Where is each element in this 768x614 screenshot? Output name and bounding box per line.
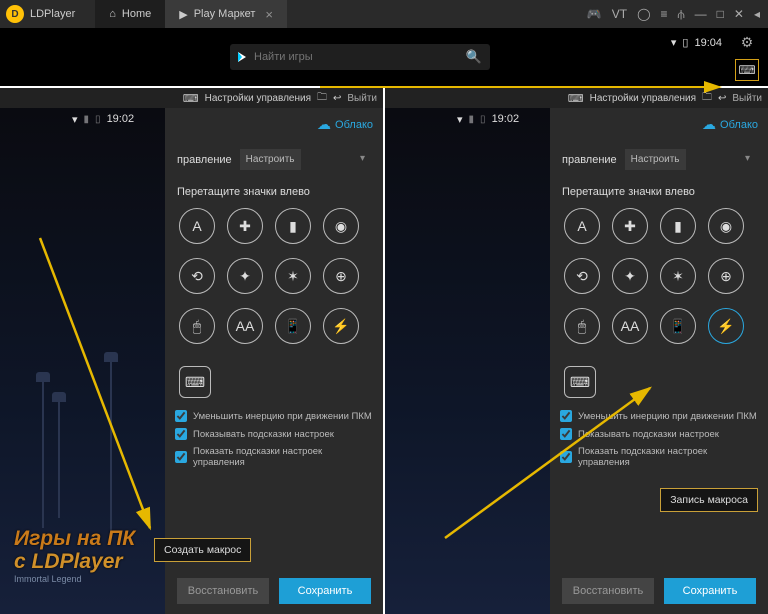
- bolt-icon[interactable]: ⚡: [708, 308, 744, 344]
- battery-mini-icon: ▯: [95, 114, 101, 125]
- phone-time: 19:02: [107, 113, 135, 125]
- aa-icon[interactable]: AA: [227, 308, 263, 344]
- crossed-icon[interactable]: ✶: [660, 258, 696, 294]
- control-select[interactable]: Настроить: [240, 149, 301, 170]
- check-control-hints[interactable]: Показать подсказки настроек управления: [560, 446, 758, 468]
- aa-icon[interactable]: AA: [612, 308, 648, 344]
- tab-home[interactable]: ⌂ Home: [95, 0, 165, 28]
- save-button[interactable]: Сохранить: [664, 578, 756, 604]
- dpad-icon[interactable]: ✚: [227, 208, 263, 244]
- key-a-icon[interactable]: A: [564, 208, 600, 244]
- vt-icon[interactable]: VT: [612, 7, 627, 22]
- keymap-drawer: ☁ Облако правление Настроить Перетащите …: [550, 108, 768, 614]
- spark-icon[interactable]: ✦: [612, 258, 648, 294]
- panel-title: Настройки управления: [205, 93, 311, 104]
- macro-button[interactable]: ⌨: [179, 366, 211, 398]
- check-inertia[interactable]: Уменьшить инерцию при движении ПКМ: [560, 410, 758, 422]
- menu-icon[interactable]: ≡: [661, 7, 668, 22]
- search-bar[interactable]: 🔍: [230, 44, 490, 70]
- tooltip-record-macro: Запись макроса: [660, 488, 758, 512]
- cloud-label: Облако: [720, 119, 758, 131]
- signal-icon: ▮: [84, 114, 90, 125]
- check-control-hints[interactable]: Показать подсказки настроек управления: [175, 446, 373, 468]
- dpad-icon[interactable]: ✚: [612, 208, 648, 244]
- drag-hint: Перетащите значки влево: [165, 178, 383, 202]
- chevron-left-icon[interactable]: ◂: [754, 7, 760, 22]
- cloud-icon: ☁: [702, 116, 716, 133]
- crossed-icon[interactable]: ✶: [275, 258, 311, 294]
- signal-icon: ▮: [469, 114, 475, 125]
- battery-mini-icon: ▯: [480, 114, 486, 125]
- bolt-icon[interactable]: ⚡: [323, 308, 359, 344]
- restore-button[interactable]: Восстановить: [177, 578, 269, 604]
- wifi-mini-icon: ▾: [72, 113, 78, 126]
- search-icon[interactable]: 🔍: [466, 49, 482, 65]
- tab-close-icon[interactable]: ×: [265, 7, 273, 22]
- tab-play-label: Play Маркет: [194, 8, 256, 20]
- check-hints[interactable]: Показывать подсказки настроек: [175, 428, 373, 440]
- control-label: правление: [177, 154, 232, 166]
- play-icon: ▶: [179, 8, 187, 21]
- control-label: правление: [562, 154, 617, 166]
- battery-icon: ▯: [682, 36, 688, 49]
- close-window-icon[interactable]: ✕: [734, 7, 744, 22]
- brand-label: LDPlayer: [30, 8, 75, 20]
- ldplayer-logo-icon: D: [6, 5, 24, 23]
- cloud-icon: ☁: [317, 116, 331, 133]
- eye-icon[interactable]: ◉: [708, 208, 744, 244]
- annotation-arrow-top: [320, 72, 740, 102]
- wifi-mini-icon: ▾: [457, 113, 463, 126]
- minimize-icon[interactable]: —: [695, 7, 707, 22]
- search-input[interactable]: [254, 51, 458, 63]
- rotate-icon[interactable]: ⟲: [564, 258, 600, 294]
- drag-hint: Перетащите значки влево: [550, 178, 768, 202]
- bullet-icon[interactable]: ▮: [660, 208, 696, 244]
- macro-button[interactable]: ⌨: [564, 366, 596, 398]
- key-a-icon[interactable]: A: [179, 208, 215, 244]
- cloud-button[interactable]: ☁ Облако: [550, 108, 768, 141]
- watermark: Игры на ПК c LDPlayer Immortal Legend: [14, 528, 135, 584]
- control-select[interactable]: Настроить: [625, 149, 686, 170]
- cloud-button[interactable]: ☁ Облако: [165, 108, 383, 141]
- rotate-icon[interactable]: ⟲: [179, 258, 215, 294]
- gamepad-icon[interactable]: 🎮: [587, 7, 602, 22]
- phone-icon[interactable]: 📱: [275, 308, 311, 344]
- home-icon: ⌂: [109, 8, 116, 20]
- maximize-icon[interactable]: □: [717, 7, 724, 22]
- tab-play-market[interactable]: ▶ Play Маркет ×: [165, 0, 287, 28]
- target-icon[interactable]: ⊕: [708, 258, 744, 294]
- wifi-icon: ▾: [671, 36, 677, 49]
- spark-icon[interactable]: ✦: [227, 258, 263, 294]
- user-icon[interactable]: ◯: [637, 7, 650, 22]
- save-button[interactable]: Сохранить: [279, 578, 371, 604]
- phone-time: 19:02: [492, 113, 520, 125]
- tab-home-label: Home: [122, 8, 151, 20]
- clock-label: 19:04: [694, 37, 722, 49]
- target-icon[interactable]: ⊕: [323, 258, 359, 294]
- restore-button[interactable]: Восстановить: [562, 578, 654, 604]
- bullet-icon[interactable]: ▮: [275, 208, 311, 244]
- cloud-label: Облако: [335, 119, 373, 131]
- tooltip-create-macro: Создать макрос: [154, 538, 251, 562]
- mouse-icon[interactable]: 🖱: [179, 308, 215, 344]
- check-hints[interactable]: Показывать подсказки настроек: [560, 428, 758, 440]
- google-play-icon: [238, 52, 246, 62]
- gear-icon[interactable]: ⚙: [741, 34, 754, 51]
- phone-icon[interactable]: 📱: [660, 308, 696, 344]
- eye-icon[interactable]: ◉: [323, 208, 359, 244]
- mouse-icon[interactable]: 🖱: [564, 308, 600, 344]
- check-inertia[interactable]: Уменьшить инерцию при движении ПКМ: [175, 410, 373, 422]
- lock-icon[interactable]: ⫛: [678, 7, 685, 22]
- keyboard-icon: ⌨: [183, 92, 199, 105]
